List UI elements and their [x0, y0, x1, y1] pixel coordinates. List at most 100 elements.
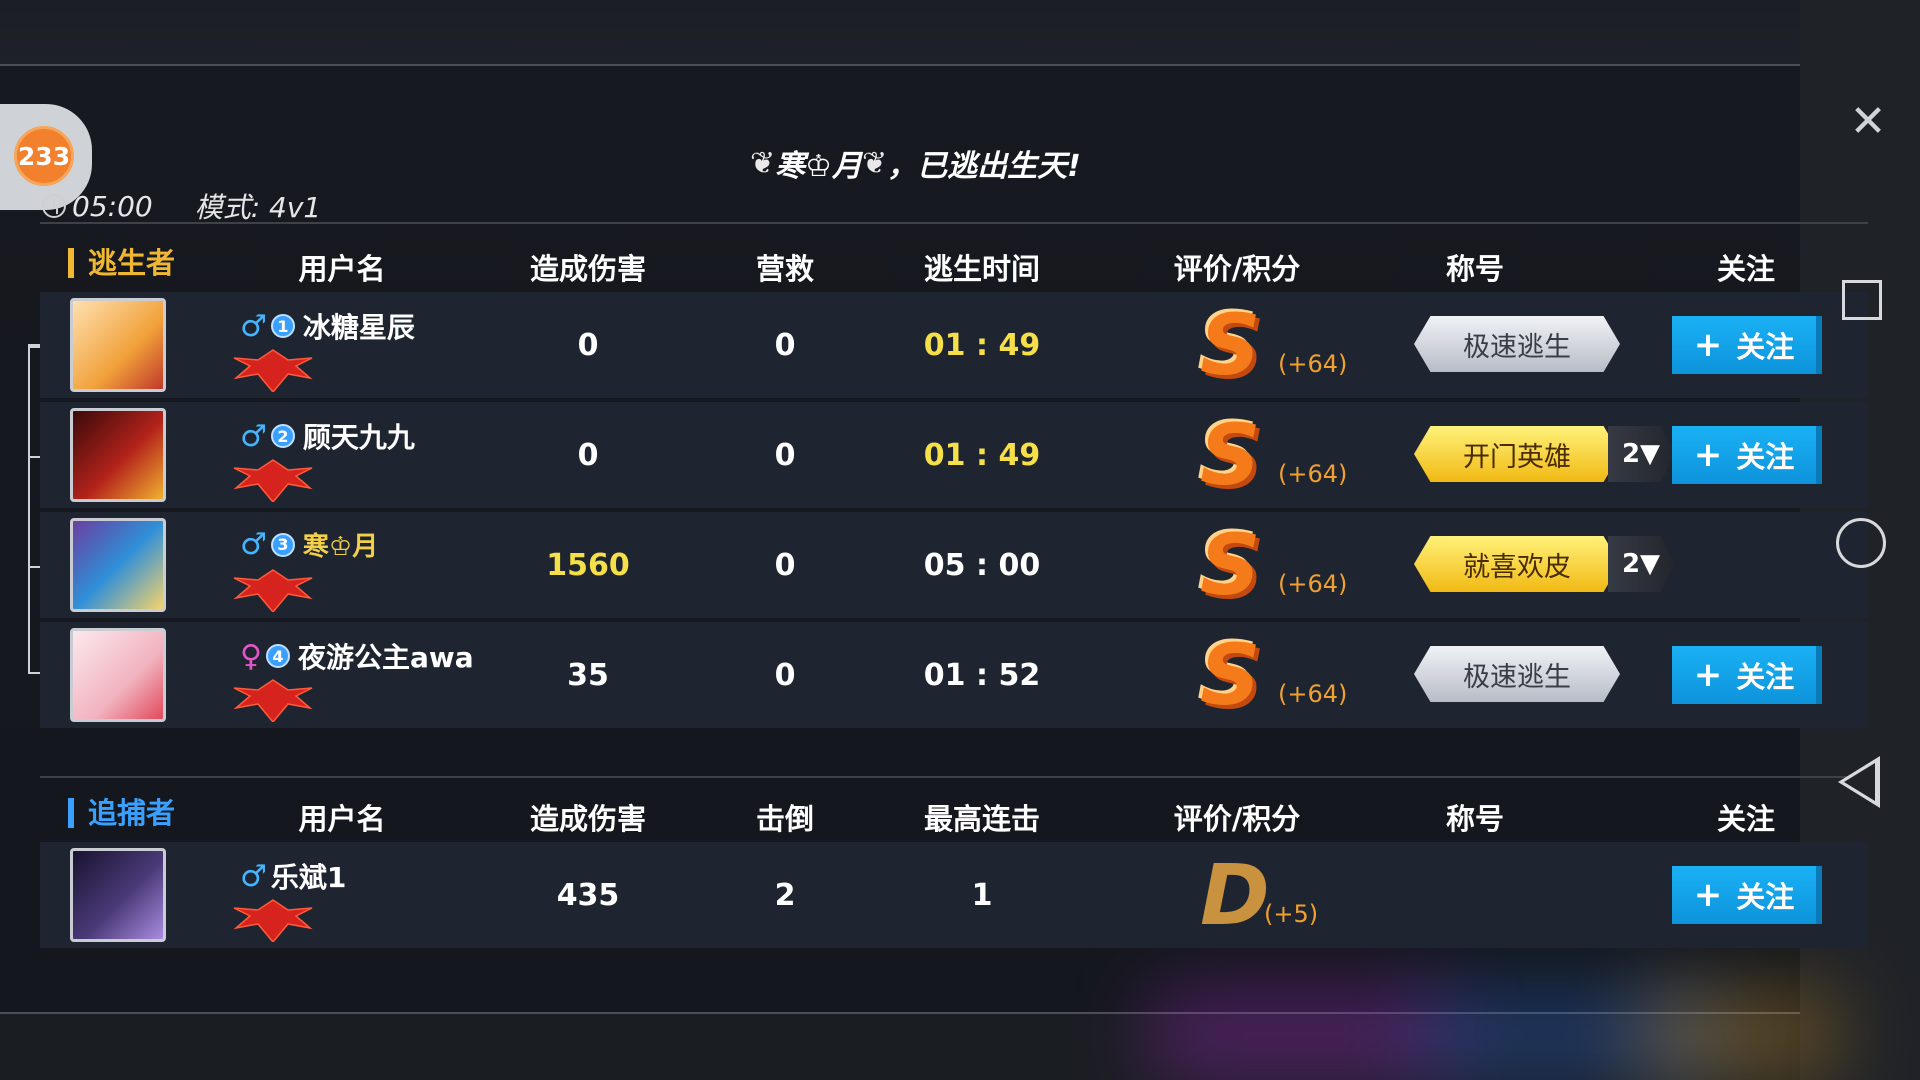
table-row: ♂ 1 冰糖星辰 0 0 01 : 49 S (+64) 极速逃生 + 关注 [40, 292, 1868, 398]
plus-icon: + [1693, 325, 1723, 365]
col-username: 用户名 [298, 802, 386, 836]
rank-wings-icon [233, 349, 313, 392]
damage-value: 435 [556, 877, 620, 913]
grade-points: (+64) [1278, 570, 1348, 598]
escaped-player-name: 寒♔月 [775, 149, 863, 184]
grade-letter: S [1200, 406, 1261, 504]
home-icon[interactable] [1836, 518, 1886, 568]
player-name[interactable]: 顾天九九 [303, 416, 415, 456]
grade-points: (+64) [1278, 680, 1348, 708]
gender-icon: ♂ [240, 527, 267, 562]
avatar[interactable] [70, 848, 166, 942]
follow-label: 关注 [1736, 880, 1795, 914]
title-badge[interactable]: 就喜欢皮 [1414, 536, 1620, 592]
grade-points: (+64) [1278, 350, 1348, 378]
col-grade: 评价/积分 [1173, 802, 1301, 836]
player-name-line: ♀ 4 夜游公主awa [240, 636, 474, 676]
stat-value: 1 [971, 877, 993, 913]
grade-letter: D [1200, 846, 1270, 944]
player-name[interactable]: 夜游公主awa [298, 636, 474, 676]
rank-wings-icon [233, 459, 313, 502]
grade-letter: S [1200, 626, 1261, 724]
top-bar [0, 0, 1800, 66]
col-damage: 造成伤害 [529, 802, 647, 836]
grade-letter: S [1200, 296, 1261, 394]
grade-points: (+64) [1278, 460, 1348, 488]
grade-badge: S (+64) [1192, 522, 1392, 608]
follow-button[interactable]: + 关注 [1672, 866, 1822, 924]
player-number-icon: 4 [265, 644, 290, 668]
follow-label: 关注 [1736, 440, 1795, 474]
damage-value: 0 [577, 437, 599, 473]
rank-wings-icon [233, 899, 313, 942]
stat-value: 01 : 49 [923, 327, 1041, 363]
gender-icon: ♂ [240, 858, 267, 894]
divider [40, 222, 1868, 224]
table-row: ♀ 4 夜游公主awa 35 0 01 : 52 S (+64) 极速逃生 + 关注 [40, 622, 1868, 728]
player-name-line: ♂ 2 顾天九九 [240, 416, 415, 456]
table-row: ♂ 2 顾天九九 0 0 01 : 49 S (+64) 开门英雄 2▼ + 关注 [40, 402, 1868, 508]
grade-badge: S (+64) [1192, 632, 1392, 718]
decorative-swirl-icon: ❦ [862, 145, 888, 181]
stat-value: 2 [774, 877, 796, 913]
gender-icon: ♀ [240, 638, 262, 674]
avatar[interactable] [70, 628, 166, 722]
player-name-line: ♂ 3 寒♔月 [240, 526, 378, 563]
match-result-title: ❦ 寒♔月 ❦ ，已逃出生天! [750, 128, 1170, 198]
stat-value: 0 [774, 547, 796, 583]
stat-value: 01 : 52 [923, 657, 1041, 693]
table-row: ♂ 乐斌1 435 2 1 D (+5) + 关注 [40, 842, 1868, 948]
grade-badge: S (+64) [1192, 302, 1392, 388]
avatar[interactable] [70, 298, 166, 392]
hunters-header: 追捕者 用户名 造成伤害 击倒 最高连击 评价/积分 称号 关注 [0, 788, 1868, 840]
follow-label: 关注 [1736, 660, 1795, 694]
avatar[interactable] [70, 408, 166, 502]
gender-icon: ♂ [240, 308, 267, 344]
match-time: 05:00 [72, 189, 153, 223]
player-name-line: ♂ 1 冰糖星辰 [240, 306, 415, 346]
player-name[interactable]: 冰糖星辰 [303, 306, 415, 346]
follow-label: 关注 [1736, 330, 1795, 364]
avatar[interactable] [70, 518, 166, 612]
title-badge[interactable]: 开门英雄 [1414, 426, 1620, 482]
player-name[interactable]: 乐斌1 [271, 856, 346, 896]
player-name[interactable]: 寒♔月 [303, 526, 378, 563]
gender-icon: ♂ [240, 418, 267, 454]
stat-value: 0 [774, 327, 796, 363]
col-title: 称号 [1445, 252, 1505, 286]
follow-button[interactable]: + 关注 [1672, 426, 1822, 484]
stat-value: 05 : 00 [923, 547, 1041, 583]
plus-icon: + [1693, 655, 1723, 695]
player-number-icon: 1 [270, 314, 295, 338]
col-max-combo: 最高连击 [923, 802, 1041, 836]
table-row: ♂ 3 寒♔月 1560 0 05 : 00 S (+64) 就喜欢皮 2▼ [40, 512, 1868, 618]
col-escape-time: 逃生时间 [923, 252, 1041, 286]
match-mode: 模式: 4v1 [194, 191, 322, 224]
title-badge[interactable]: 极速逃生 [1414, 316, 1620, 372]
title-count-dropdown[interactable]: 2▼ [1608, 536, 1674, 592]
close-icon[interactable]: ✕ [1846, 100, 1890, 144]
title-count-dropdown[interactable]: 2▼ [1608, 426, 1674, 482]
role-label-hunters: 追捕者 [68, 798, 175, 828]
survivors-header: 逃生者 用户名 造成伤害 营救 逃生时间 评价/积分 称号 关注 [0, 238, 1868, 290]
title-badge[interactable]: 极速逃生 [1414, 646, 1620, 702]
badge-count: 233 [14, 126, 74, 186]
decorative-swirl-icon: ❦ [750, 145, 776, 181]
grade-letter: S [1200, 516, 1261, 614]
rank-wings-icon [233, 569, 313, 612]
follow-button[interactable]: + 关注 [1672, 646, 1822, 704]
player-number-icon: 2 [270, 424, 295, 448]
rank-wings-icon [233, 679, 313, 722]
plus-icon: + [1693, 435, 1723, 475]
col-username: 用户名 [298, 252, 386, 286]
divider [40, 776, 1868, 778]
follow-button[interactable]: + 关注 [1672, 316, 1822, 374]
damage-value: 0 [577, 327, 599, 363]
damage-value: 35 [567, 657, 609, 693]
back-icon[interactable] [1838, 756, 1880, 808]
recent-apps-icon[interactable] [1842, 280, 1882, 320]
player-name-line: ♂ 乐斌1 [240, 856, 346, 896]
escaped-text: ，已逃出生天! [887, 149, 1081, 184]
grade-points: (+5) [1264, 900, 1319, 928]
stat-value: 0 [774, 437, 796, 473]
